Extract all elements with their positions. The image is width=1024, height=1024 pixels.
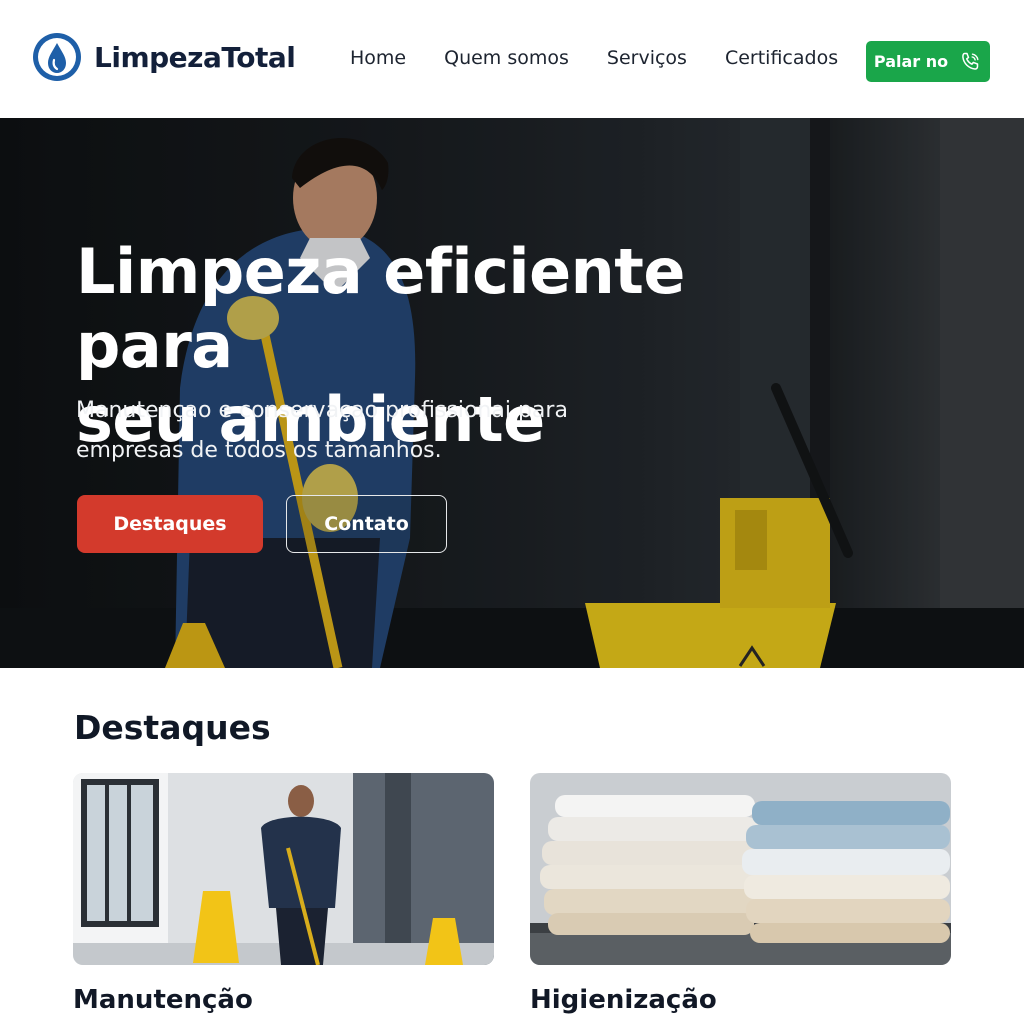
nav-item-home[interactable]: Home [350, 47, 406, 69]
hero-title-line1: Limpeza eficiente para [76, 235, 685, 382]
call-button[interactable]: Palar no [866, 41, 990, 82]
water-drop-logo-icon [33, 33, 81, 81]
call-button-label: Palar no [873, 52, 949, 71]
hero-subtitle: Manutençao e conservaçao profissionai pa… [76, 391, 636, 471]
brand-name: LimpezaTotal [94, 40, 296, 74]
main-nav: Home Quem somos Serviços Certificados [350, 47, 838, 69]
phone-icon [962, 52, 979, 70]
highlight-card-manutencao[interactable]: Manutenção [73, 773, 494, 1015]
nav-item-quem-somos[interactable]: Quem somos [444, 47, 569, 69]
towels-photo [530, 773, 951, 965]
maintenance-photo [73, 773, 494, 965]
card-title-higienizacao: Higienização [530, 985, 717, 1015]
hero-subtitle-line1: Manutençao e conservaçao profissionai pa… [76, 398, 568, 423]
nav-item-certificados[interactable]: Certificados [725, 47, 838, 69]
card-title-manutencao: Manutenção [73, 985, 253, 1015]
site-header: LimpezaTotal Home Quem somos Serviços Ce… [0, 0, 1024, 118]
brand-logo[interactable]: LimpezaTotal [32, 32, 296, 82]
highlight-card-higienizacao[interactable]: Higienização [530, 773, 951, 1015]
contato-button[interactable]: Contato [286, 495, 447, 553]
destaques-button[interactable]: Destaques [77, 495, 263, 553]
highlights-title: Destaques [74, 708, 271, 747]
nav-item-servicos[interactable]: Serviços [607, 47, 687, 69]
hero-banner: Limpeza eficiente para seu ambiente Manu… [0, 118, 1024, 668]
hero-subtitle-line2: empresas de todos os tamanhos. [76, 438, 442, 463]
